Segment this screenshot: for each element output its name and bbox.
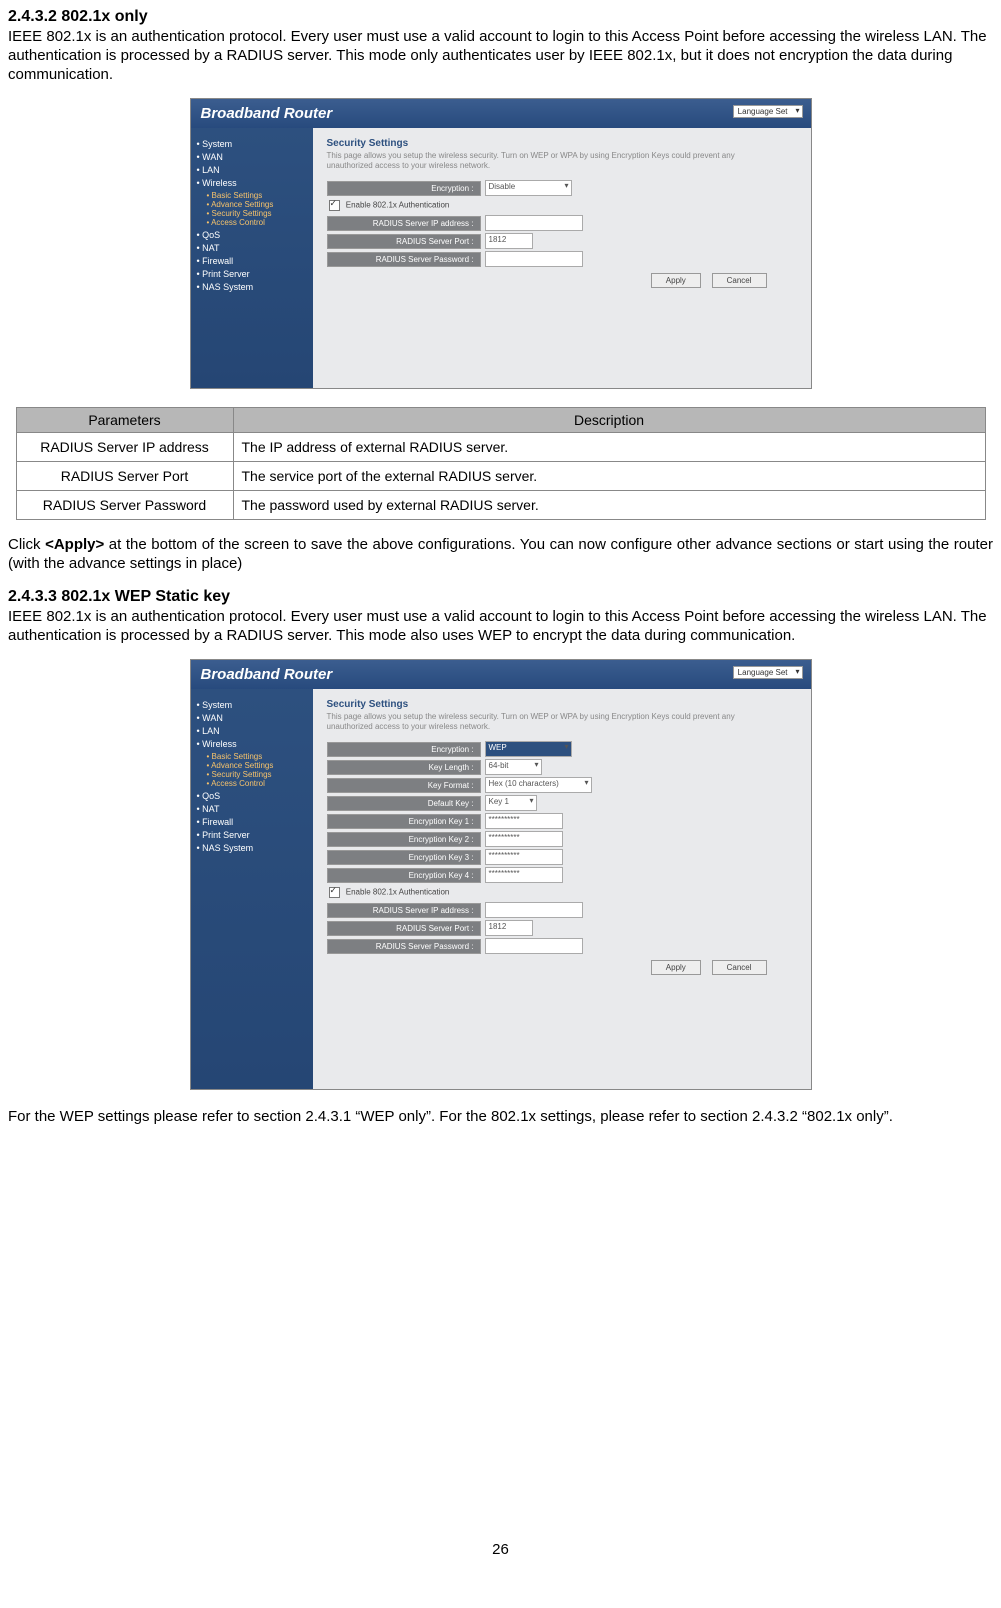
router-screenshot-1: Broadband Router Language Set System WAN… [190,98,812,389]
router-screenshot-2: Broadband Router Language Set System WAN… [190,659,812,1090]
table-row: RADIUS Server Port The service port of t… [16,462,985,491]
subnav-basic[interactable]: Basic Settings [207,752,307,761]
enable-8021x-label: Enable 802.1x Authentication [346,201,450,210]
router-brand: Broadband Router [201,105,333,122]
nav-wireless[interactable]: Wireless [197,178,307,188]
radius-pw-input[interactable] [485,251,583,267]
nav-wan[interactable]: WAN [197,713,307,723]
section-para-2: IEEE 802.1x is an authentication protoco… [8,608,993,646]
language-select[interactable]: Language Set [733,105,803,118]
table-row: RADIUS Server Password The password used… [16,491,985,520]
param-cell: RADIUS Server Password [16,491,233,520]
nav-wireless[interactable]: Wireless [197,739,307,749]
subnav-access[interactable]: Access Control [207,779,307,788]
section-heading-1: 2.4.3.2 802.1x only [8,8,993,26]
panel-desc-1: This page allows you setup the wireless … [327,151,767,170]
nav-firewall[interactable]: Firewall [197,817,307,827]
desc-cell: The service port of the external RADIUS … [233,462,985,491]
radius-ip-label: RADIUS Server IP address : [327,903,481,918]
radius-pw-input[interactable] [485,938,583,954]
nav-lan[interactable]: LAN [197,165,307,175]
desc-cell: The IP address of external RADIUS server… [233,433,985,462]
apply-button[interactable]: Apply [651,273,701,288]
param-cell: RADIUS Server Port [16,462,233,491]
subnav-security[interactable]: Security Settings [207,770,307,779]
subnav-basic[interactable]: Basic Settings [207,191,307,200]
enable-8021x-label: Enable 802.1x Authentication [346,888,450,897]
language-select[interactable]: Language Set [733,666,803,679]
key-length-select[interactable]: 64-bit [485,759,542,775]
param-cell: RADIUS Server IP address [16,433,233,462]
nav-nat[interactable]: NAT [197,243,307,253]
nav-qos[interactable]: QoS [197,230,307,240]
nav-system[interactable]: System [197,700,307,710]
enc-key4-input[interactable]: ********** [485,867,563,883]
panel-desc-2: This page allows you setup the wireless … [327,712,767,731]
parameters-table: Parameters Description RADIUS Server IP … [16,407,986,520]
table-row: RADIUS Server IP address The IP address … [16,433,985,462]
nav-wan[interactable]: WAN [197,152,307,162]
section-para-1: IEEE 802.1x is an authentication protoco… [8,28,993,84]
cancel-button[interactable]: Cancel [712,960,767,975]
router-brand: Broadband Router [201,666,333,683]
router-sidebar: System WAN LAN Wireless Basic Settings A… [191,128,313,388]
default-key-select[interactable]: Key 1 [485,795,537,811]
enc-key3-input[interactable]: ********** [485,849,563,865]
subnav-access[interactable]: Access Control [207,218,307,227]
subnav-advance[interactable]: Advance Settings [207,761,307,770]
footer-paragraph: For the WEP settings please refer to sec… [8,1108,993,1127]
radius-port-label: RADIUS Server Port : [327,921,481,936]
enc-key2-input[interactable]: ********** [485,831,563,847]
nav-nat[interactable]: NAT [197,804,307,814]
router-sidebar: System WAN LAN Wireless Basic Settings A… [191,689,313,1089]
enable-8021x-row[interactable]: Enable 802.1x Authentication [329,887,797,898]
default-key-label: Default Key : [327,796,481,811]
nav-lan[interactable]: LAN [197,726,307,736]
radius-ip-input[interactable] [485,215,583,231]
encryption-label: Encryption : [327,181,481,196]
encryption-select[interactable]: WEP [485,741,572,757]
radius-pw-label: RADIUS Server Password : [327,252,481,267]
radius-pw-label: RADIUS Server Password : [327,939,481,954]
encryption-select[interactable]: Disable [485,180,572,196]
key-format-select[interactable]: Hex (10 characters) [485,777,592,793]
key-format-label: Key Format : [327,778,481,793]
desc-cell: The password used by external RADIUS ser… [233,491,985,520]
apply-button[interactable]: Apply [651,960,701,975]
nav-nas[interactable]: NAS System [197,282,307,292]
nav-print[interactable]: Print Server [197,269,307,279]
cancel-button[interactable]: Cancel [712,273,767,288]
radius-ip-label: RADIUS Server IP address : [327,216,481,231]
enc-key1-label: Encryption Key 1 : [327,814,481,829]
radius-ip-input[interactable] [485,902,583,918]
radius-port-input[interactable]: 1812 [485,233,533,249]
nav-print[interactable]: Print Server [197,830,307,840]
desc-header: Description [233,408,985,433]
panel-title: Security Settings [327,699,797,710]
nav-qos[interactable]: QoS [197,791,307,801]
radius-port-label: RADIUS Server Port : [327,234,481,249]
radius-port-input[interactable]: 1812 [485,920,533,936]
page-number: 26 [8,1541,993,1558]
enable-8021x-checkbox[interactable] [329,887,340,898]
section-heading-2: 2.4.3.3 802.1x WEP Static key [8,588,993,606]
nav-system[interactable]: System [197,139,307,149]
subnav-security[interactable]: Security Settings [207,209,307,218]
nav-firewall[interactable]: Firewall [197,256,307,266]
nav-nas[interactable]: NAS System [197,843,307,853]
encryption-label: Encryption : [327,742,481,757]
enable-8021x-checkbox[interactable] [329,200,340,211]
key-length-label: Key Length : [327,760,481,775]
apply-paragraph: Click <Apply> at the bottom of the scree… [8,536,993,574]
param-header: Parameters [16,408,233,433]
enc-key4-label: Encryption Key 4 : [327,868,481,883]
subnav-advance[interactable]: Advance Settings [207,200,307,209]
enc-key1-input[interactable]: ********** [485,813,563,829]
panel-title: Security Settings [327,138,797,149]
enc-key2-label: Encryption Key 2 : [327,832,481,847]
enable-8021x-row[interactable]: Enable 802.1x Authentication [329,200,797,211]
enc-key3-label: Encryption Key 3 : [327,850,481,865]
